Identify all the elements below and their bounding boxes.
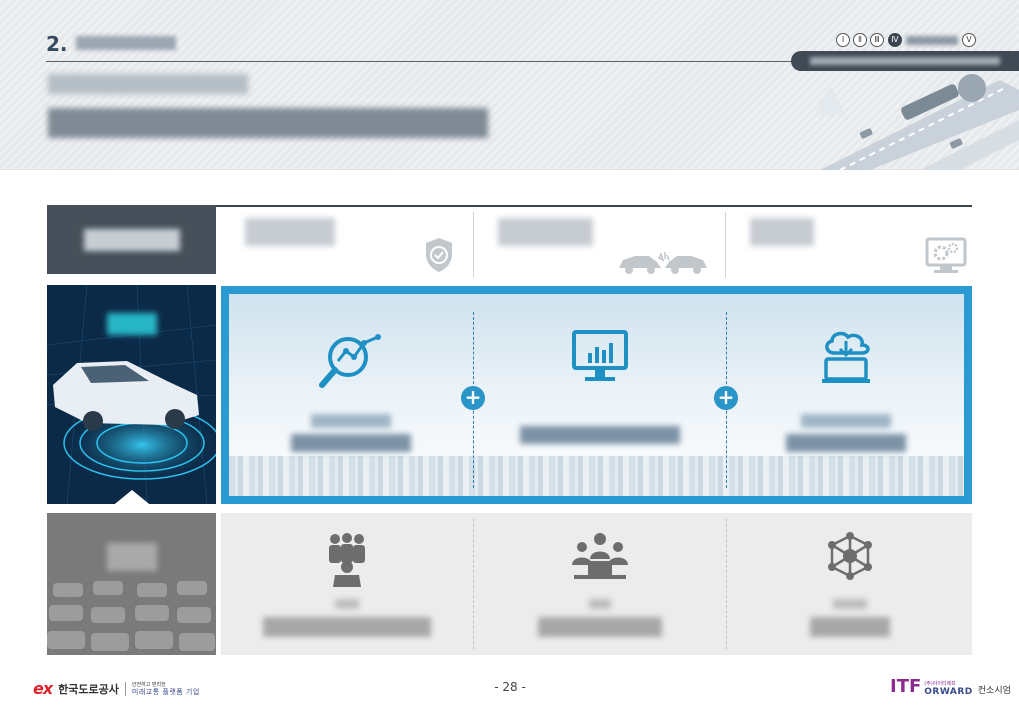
- bot-cell-3-line-2-redacted: [809, 617, 890, 637]
- table-top-rule: [215, 205, 972, 207]
- itf-logo: ITF: [890, 676, 922, 697]
- bot-cell-1-line-2-redacted: [263, 617, 431, 637]
- bot-cell-3-line-1-redacted: [832, 599, 867, 609]
- itf-logo-group: ITF (주)아이티에프 ORWARD 컨소시엄: [890, 676, 1011, 697]
- row-label-bottom: [47, 513, 216, 655]
- bottom-panel: [221, 513, 972, 655]
- headline-redacted: [48, 108, 488, 138]
- network-hub-icon: [827, 532, 872, 580]
- page-number: - 28 -: [494, 680, 526, 694]
- itf-forward-word: ORWARD: [924, 687, 973, 697]
- itf-forward: (주)아이티에프 ORWARD: [924, 680, 973, 697]
- logo-separator: [124, 681, 126, 696]
- nav-roman-1[interactable]: Ⅰ: [836, 33, 850, 47]
- company-slogan: 안전하고 편리한 미래교통 플랫폼 기업: [132, 682, 200, 696]
- mid-cell-3-line-1-redacted: [800, 414, 891, 428]
- mid-cell-1-line-1-redacted: [311, 414, 391, 428]
- row-label-middle-redacted: [107, 313, 157, 335]
- subtitle-redacted: [48, 74, 248, 94]
- section-number: 2.: [46, 32, 68, 56]
- company-name: 한국도로공사: [58, 682, 119, 696]
- bot-cell-1-line-1-redacted: [335, 599, 359, 609]
- bot-cell-3: [727, 513, 972, 655]
- top-cell-2: [474, 212, 725, 278]
- consortium-label: 컨소시엄: [977, 686, 1011, 696]
- monitor-gears-icon: [925, 237, 967, 273]
- car-collision-icon: [619, 252, 707, 274]
- nav-roman-4-active[interactable]: Ⅳ: [888, 33, 902, 47]
- bot-cell-1: [221, 513, 473, 655]
- top-cell-3-text-redacted: [750, 218, 814, 246]
- selection-arrow: [105, 490, 159, 512]
- highway-illustration: [815, 74, 1019, 170]
- top-cell-1: [221, 212, 473, 278]
- top-cell-2-text-redacted: [498, 218, 593, 246]
- monitor-chart-icon: [572, 330, 628, 381]
- mid-cell-1: [229, 294, 473, 496]
- bot-cell-2-line-1-redacted: [589, 599, 611, 609]
- mid-cell-3: [727, 294, 964, 496]
- mid-cell-3-line-2-redacted: [785, 434, 906, 452]
- kec-logo-group: ex 한국도로공사 안전하고 편리한 미래교통 플랫폼 기업: [33, 679, 200, 698]
- nav-roman-5[interactable]: Ⅴ: [962, 33, 976, 47]
- nav-active-label-redacted: [906, 36, 958, 45]
- row-label-middle: [47, 285, 216, 504]
- bot-cell-2: [474, 513, 726, 655]
- row-label-top-redacted: [83, 228, 180, 251]
- page-header: 2. Ⅰ Ⅱ Ⅲ Ⅳ Ⅴ: [0, 0, 1019, 170]
- mid-cell-2: [474, 294, 726, 496]
- nav-roman-2[interactable]: Ⅱ: [853, 33, 867, 47]
- shield-check-icon: [426, 238, 452, 272]
- bot-cell-2-line-2-redacted: [538, 617, 662, 637]
- top-cell-1-text-redacted: [245, 218, 335, 246]
- meeting-laptop-icon: [572, 533, 628, 579]
- traffic-jam-image: [47, 513, 216, 655]
- mid-cell-2-text-redacted: [520, 426, 680, 444]
- magnify-chart-icon: [319, 334, 381, 388]
- row-label-bottom-redacted: [107, 543, 157, 571]
- highlight-panel: + +: [221, 286, 972, 504]
- section-title-redacted: [76, 36, 176, 50]
- cloud-laptop-icon: [821, 331, 870, 383]
- ex-logo: ex: [33, 679, 53, 698]
- slogan-main: 미래교통 플랫폼 기업: [131, 687, 200, 696]
- chapter-tag-redacted: [810, 57, 1000, 65]
- nav-roman-3[interactable]: Ⅲ: [870, 33, 884, 47]
- people-group-icon: [329, 533, 365, 587]
- row-label-top: [47, 205, 216, 274]
- mid-cell-1-line-2-redacted: [291, 434, 411, 452]
- top-cell-3: [726, 212, 972, 278]
